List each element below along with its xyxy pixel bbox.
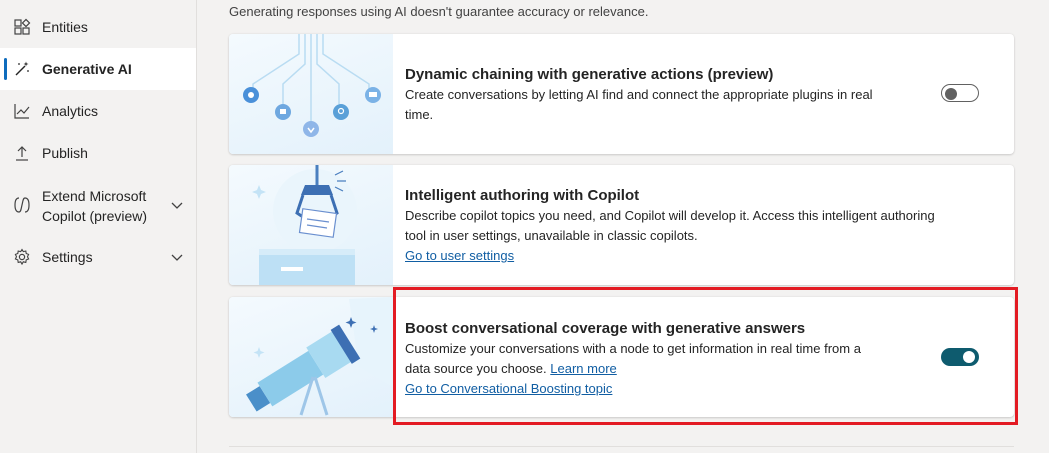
sidebar-item-label: Publish	[42, 145, 88, 161]
sidebar-item-publish[interactable]: Publish	[0, 132, 196, 174]
active-indicator	[4, 58, 7, 80]
sidebar-item-analytics[interactable]: Analytics	[0, 90, 196, 132]
copilot-claw-illustration	[229, 165, 393, 285]
divider	[229, 446, 1014, 447]
sidebar-item-label: Settings	[42, 249, 93, 265]
card-description: Customize your conversations with a node…	[405, 339, 925, 399]
go-to-conversational-boosting-link[interactable]: Go to Conversational Boosting topic	[405, 379, 925, 399]
toggle-knob	[945, 88, 957, 100]
main-content: Generating responses using AI doesn't gu…	[197, 0, 1049, 453]
card-title: Intelligent authoring with Copilot	[405, 187, 640, 204]
card-description-line: Create conversations by letting AI find …	[405, 87, 873, 102]
magic-wand-icon	[12, 59, 32, 79]
toggle-knob	[963, 351, 975, 363]
copilot-icon	[12, 195, 32, 215]
sidebar-item-label: Entities	[42, 19, 88, 35]
plugins-illustration	[229, 34, 393, 154]
sidebar-item-label: Extend Microsoft	[42, 188, 147, 204]
card-description-line: time.	[405, 107, 434, 122]
card-title: Dynamic chaining with generative actions…	[405, 66, 774, 83]
card-title: Boost conversational coverage with gener…	[405, 320, 806, 337]
chevron-down-icon[interactable]	[170, 198, 184, 212]
dynamic-chaining-card: Dynamic chaining with generative actions…	[229, 34, 1014, 154]
boost-conversational-coverage-card: Boost conversational coverage with gener…	[229, 297, 1014, 417]
card-description-line: Describe copilot topics you need, and Co…	[405, 208, 935, 223]
ai-disclaimer: Generating responses using AI doesn't gu…	[229, 4, 649, 19]
sidebar: Entities Generative AI Analytics Publish…	[0, 0, 197, 453]
learn-more-link[interactable]: Learn more	[550, 361, 616, 376]
dynamic-chaining-toggle[interactable]	[941, 84, 979, 102]
sidebar-item-settings[interactable]: Settings	[0, 236, 196, 278]
sidebar-item-label: Analytics	[42, 103, 99, 119]
chevron-down-icon[interactable]	[170, 250, 184, 264]
sidebar-item-label: Copilot (preview)	[42, 208, 148, 224]
gear-icon	[12, 247, 32, 267]
card-description: Describe copilot topics you need, and Co…	[405, 206, 1005, 266]
sidebar-item-extend-microsoft-copilot[interactable]: Extend Microsoft Copilot (preview)	[0, 176, 196, 234]
sidebar-item-label: Generative AI	[42, 61, 132, 77]
generative-answers-toggle[interactable]	[941, 348, 979, 366]
card-description-line: data source you choose.	[405, 361, 547, 376]
intelligent-authoring-card: Intelligent authoring with Copilot Descr…	[229, 165, 1014, 285]
telescope-illustration	[229, 297, 393, 417]
sidebar-item-entities[interactable]: Entities	[0, 6, 196, 48]
sidebar-item-generative-ai[interactable]: Generative AI	[0, 48, 196, 90]
analytics-icon	[12, 101, 32, 121]
go-to-user-settings-link[interactable]: Go to user settings	[405, 246, 1005, 266]
entities-icon	[12, 17, 32, 37]
publish-icon	[12, 143, 32, 163]
card-description: Create conversations by letting AI find …	[405, 85, 925, 125]
card-description-line: Customize your conversations with a node…	[405, 341, 861, 356]
card-description-line: tool in user settings, unavailable in cl…	[405, 228, 698, 243]
